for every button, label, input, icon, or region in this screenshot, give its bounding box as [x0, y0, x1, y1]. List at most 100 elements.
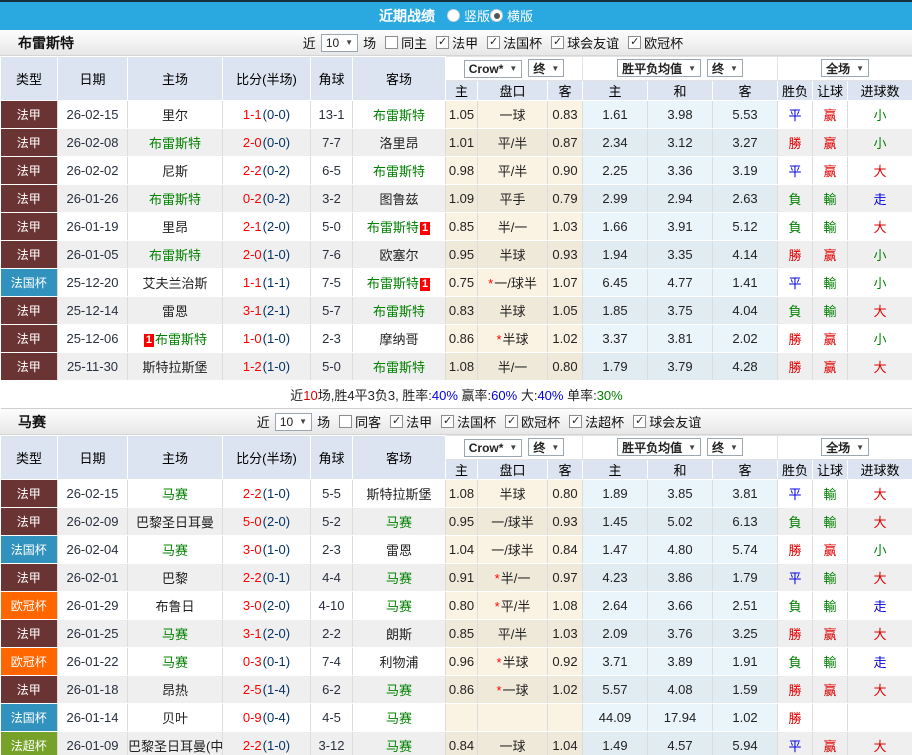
fulltime-score: 1-1	[242, 275, 262, 290]
final-odds-select[interactable]: 终 ▼	[707, 59, 743, 78]
corner-count: 7-4	[310, 647, 353, 676]
games-label: 场	[363, 36, 377, 51]
league-filter-checkbox[interactable]: ✓	[487, 36, 501, 49]
league-filter-label: 球会友谊	[649, 415, 702, 430]
league-filter-checkbox[interactable]: ✓	[551, 36, 565, 49]
asian-home-odds: 0.96	[445, 647, 478, 676]
halftime-score: (1-0)	[262, 359, 291, 374]
asian-home-odds	[445, 703, 478, 732]
live-star-icon: *	[496, 683, 502, 698]
euro-average-select[interactable]: 胜平负均值 ▼	[617, 59, 702, 78]
final-odds-select[interactable]: 终 ▼	[528, 438, 565, 457]
match-date: 26-01-18	[57, 675, 128, 704]
result-goals: 走	[847, 591, 912, 620]
euro-draw-odds: 3.85	[647, 479, 713, 508]
match-row: 法甲 26-02-09 巴黎圣日耳曼 5-0(2-0) 5-2 马赛 0.95 一/球半 0.9…	[0, 507, 912, 536]
result-outcome: 平	[777, 731, 814, 755]
team-label: 摩纳哥	[379, 332, 419, 347]
team-label: 斯特拉斯堡	[366, 487, 432, 502]
summary-segment: 40%	[431, 388, 458, 403]
home-team: 艾夫兰治斯	[127, 268, 223, 297]
team-label: 马赛	[161, 655, 188, 670]
score: 0-9(0-4)	[222, 703, 311, 732]
layout-radio-horizontal[interactable]: 横版	[490, 6, 533, 25]
result-outcome: 勝	[777, 352, 814, 381]
match-date: 26-01-14	[57, 703, 128, 732]
scope-select[interactable]: 全场 ▼	[821, 438, 869, 457]
result-handicap: 赢	[812, 100, 849, 129]
halftime-score: (0-0)	[262, 107, 291, 122]
match-date: 26-02-15	[57, 479, 128, 508]
league-filter-checkbox[interactable]: ✓	[441, 415, 455, 428]
league-badge: 法甲	[0, 296, 58, 325]
team-label: 马赛	[385, 571, 412, 586]
euro-draw-odds: 4.77	[647, 268, 713, 297]
match-date: 26-01-09	[57, 731, 128, 755]
league-filter-checkbox[interactable]: ✓	[628, 36, 642, 49]
euro-away-odds: 4.04	[712, 296, 779, 325]
home-team: 1 布雷斯特	[127, 324, 223, 353]
score: 2-2(0-1)	[222, 563, 311, 592]
euro-home-odds: 44.09	[582, 703, 648, 732]
league-badge: 法甲	[0, 184, 58, 213]
odds-company-select[interactable]: Crow* ▼	[463, 438, 523, 457]
away-team: 布雷斯特 1	[352, 212, 446, 241]
result-handicap: 輸	[812, 507, 849, 536]
league-filter-checkbox[interactable]: ✓	[436, 36, 450, 49]
col-header-type: 类型	[0, 56, 58, 101]
team-label: 巴黎圣日耳曼	[135, 515, 214, 530]
halftime-score: (2-0)	[262, 598, 291, 613]
match-count-select[interactable]: 10 ▼	[320, 33, 359, 52]
same-venue-checkbox[interactable]	[339, 415, 353, 428]
league-badge: 法甲	[0, 240, 58, 269]
result-handicap: 赢	[812, 675, 849, 704]
match-row: 法甲 26-01-18 昂热 2-5(1-4) 6-2 马赛 0.86 *一球 1.02 5.57…	[0, 675, 912, 704]
league-filter-checkbox[interactable]: ✓	[569, 415, 583, 428]
euro-home-odds: 2.09	[582, 619, 648, 648]
summary-segment: 近	[290, 388, 304, 403]
match-date: 26-02-09	[57, 507, 128, 536]
team-label: 布雷斯特	[148, 136, 201, 151]
final-odds-select[interactable]: 终 ▼	[528, 59, 565, 78]
red-card-badge: 1	[419, 222, 431, 235]
handicap-line: 平/半	[477, 619, 548, 648]
euro-average-select[interactable]: 胜平负均值 ▼	[617, 438, 702, 457]
score: 3-1(2-1)	[222, 296, 311, 325]
result-handicap: 赢	[812, 535, 849, 564]
handicap-line: 平/半	[477, 128, 548, 157]
league-filter-checkbox[interactable]: ✓	[505, 415, 519, 428]
select-value: Crow*	[468, 61, 504, 76]
radio-label: 竖版	[463, 8, 490, 24]
col-header-home: 主场	[127, 435, 223, 480]
home-team: 雷恩	[127, 296, 223, 325]
league-filter-checkbox[interactable]: ✓	[390, 415, 404, 428]
same-venue-checkbox[interactable]	[385, 36, 399, 49]
league-badge: 法甲	[0, 128, 58, 157]
home-team: 马赛	[127, 479, 223, 508]
result-handicap: 赢	[812, 731, 849, 755]
away-team: 图鲁兹	[352, 184, 446, 213]
team-label: 贝叶	[161, 711, 188, 726]
score: 1-1(1-1)	[222, 268, 311, 297]
result-goals: 大	[847, 563, 912, 592]
home-team: 马赛	[127, 535, 223, 564]
home-team: 巴黎	[127, 563, 223, 592]
scope-select[interactable]: 全场 ▼	[821, 59, 869, 78]
odds-company-select[interactable]: Crow* ▼	[463, 59, 523, 78]
near-label: 近	[302, 36, 316, 51]
layout-radio-vertical[interactable]: 竖版	[446, 6, 490, 25]
league-badge: 法甲	[0, 619, 58, 648]
league-filter-checkbox[interactable]: ✓	[633, 415, 647, 428]
live-star-icon: *	[496, 655, 502, 670]
score: 0-3(0-1)	[222, 647, 311, 676]
match-count-select[interactable]: 10 ▼	[274, 412, 313, 431]
league-filter-label: 法超杯	[585, 415, 625, 430]
final-odds-select[interactable]: 终 ▼	[707, 438, 743, 457]
result-goals: 大	[847, 675, 912, 704]
asian-home-odds: 0.91	[445, 563, 478, 592]
asian-away-odds: 0.80	[547, 352, 583, 381]
away-team: 欧塞尔	[352, 240, 446, 269]
select-value: 全场	[826, 61, 851, 76]
summary-segment: 10	[303, 388, 318, 403]
team-label: 布雷斯特	[366, 220, 419, 235]
